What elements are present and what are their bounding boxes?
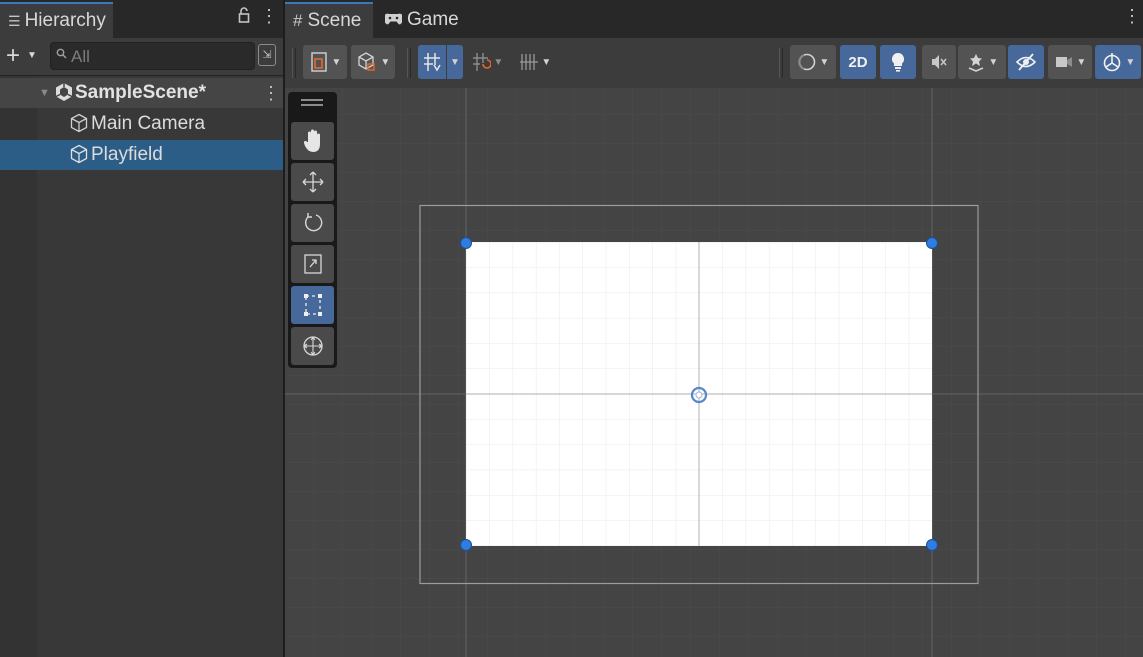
dropdown-arrow-icon: ▼ — [538, 56, 552, 68]
scale-icon — [303, 254, 322, 274]
grid-toggle-icon — [472, 53, 491, 71]
hierarchy-panel: ☰ Hierarchy ⋮ + ▼ ⇲ ▼ SampleScene* ⋮ Mai… — [0, 0, 283, 657]
rect-handle-bottom-right[interactable] — [926, 539, 938, 551]
rect-handle-top-left[interactable] — [460, 237, 472, 249]
tab-scene[interactable]: # Scene — [285, 2, 373, 38]
add-icon[interactable]: + — [6, 42, 20, 70]
add-dropdown-icon[interactable]: ▼ — [27, 50, 37, 61]
hierarchy-tabbar: ☰ Hierarchy ⋮ — [0, 0, 283, 38]
rotate-tool-button[interactable] — [291, 204, 334, 242]
tab-game-label: Game — [407, 9, 459, 30]
search-input[interactable] — [69, 45, 253, 69]
tab-scene-label: Scene — [307, 10, 362, 31]
dropdown-arrow-icon: ▼ — [328, 56, 342, 68]
hand-icon — [303, 129, 320, 152]
overlay-grip[interactable] — [301, 99, 323, 106]
list-item-playfield[interactable]: Playfield — [0, 140, 283, 170]
filter-icon[interactable]: ⇲ — [258, 44, 276, 66]
list-item-main-camera[interactable]: Main Camera — [0, 109, 283, 139]
grid-visibility-dropdown[interactable]: ▼ — [465, 45, 509, 79]
search-icon — [56, 48, 67, 62]
eye-slash-icon — [1015, 53, 1037, 71]
tools-overlay — [288, 92, 337, 368]
hierarchy-menu-icon[interactable]: ⋮ — [260, 6, 278, 27]
tab-hierarchy[interactable]: ☰ Hierarchy — [0, 2, 113, 38]
grid-snap-icon — [424, 53, 441, 72]
dropdown-arrow-icon: ▼ — [490, 56, 504, 68]
rotate-icon — [304, 213, 322, 232]
scene-menu-icon[interactable]: ⋮ — [1123, 6, 1141, 27]
dropdown-arrow-icon: ▼ — [816, 56, 830, 68]
hand-tool-button[interactable] — [291, 122, 334, 160]
scene-tabbar: # Scene Game ⋮ — [285, 0, 1143, 38]
transform-tool-button[interactable] — [291, 327, 334, 365]
hierarchy-search[interactable] — [50, 42, 255, 70]
list-item-label: Playfield — [91, 144, 163, 165]
toolbar-separator — [407, 48, 411, 78]
orbit-icon — [797, 53, 815, 71]
audio-toggle-button[interactable] — [922, 45, 956, 79]
hidden-objects-toggle[interactable] — [1008, 45, 1044, 79]
tab-game[interactable]: Game — [377, 2, 459, 38]
gizmos-dropdown[interactable]: ▼ — [1095, 45, 1141, 79]
expand-arrow-icon[interactable]: ▼ — [39, 87, 50, 99]
scene-camera-dropdown[interactable]: ▼ — [1048, 45, 1092, 79]
scene-toolbar: ▼ ▼ ▼ ▼ ▼ ▼ 2D ▼ ▼ ▼ — [285, 38, 1143, 88]
camera-orbit-dropdown[interactable]: ▼ — [790, 45, 836, 79]
effects-dropdown[interactable]: ▼ — [958, 45, 1006, 79]
move-arrows-icon — [302, 171, 323, 193]
toggle-2d-button[interactable]: 2D — [840, 45, 876, 79]
unity-scene-icon — [55, 82, 73, 108]
hash-icon: # — [293, 11, 303, 30]
draw-mode-icon — [310, 52, 327, 72]
camera-icon — [1055, 57, 1072, 67]
gamepad-icon — [383, 10, 404, 30]
scene-row[interactable]: ▼ SampleScene* ⋮ — [0, 78, 283, 108]
gizmos-icon — [1103, 53, 1120, 72]
effects-icon — [968, 54, 983, 72]
increment-snap-icon — [519, 54, 538, 70]
tab-hierarchy-label: Hierarchy — [24, 10, 106, 31]
rect-transform-icon — [303, 294, 322, 316]
toolbar-separator — [779, 48, 783, 78]
lighting-toggle-button[interactable] — [880, 45, 916, 79]
transform-icon — [302, 336, 323, 356]
scene-menu-icon[interactable]: ⋮ — [262, 83, 280, 104]
grid-snap-dropdown[interactable]: ▼ — [447, 45, 463, 79]
scale-tool-button[interactable] — [291, 245, 334, 283]
cube-icon — [70, 144, 88, 170]
rect-handle-bottom-left[interactable] — [460, 539, 472, 551]
cube-icon — [358, 52, 375, 71]
list-icon: ☰ — [8, 12, 21, 29]
render-mode-dropdown[interactable]: ▼ — [351, 45, 395, 79]
mute-icon — [932, 55, 947, 69]
grid-snap-button[interactable] — [418, 45, 446, 79]
scene-viewport[interactable] — [285, 88, 1143, 657]
scene-name: SampleScene* — [75, 82, 206, 103]
rect-handle-top-right[interactable] — [926, 237, 938, 249]
lock-icon[interactable] — [238, 7, 250, 28]
lightbulb-icon — [891, 52, 905, 72]
scene-panel: # Scene Game ⋮ ▼ ▼ ▼ ▼ ▼ ▼ 2D ▼ ▼ ▼ — [285, 0, 1143, 657]
increment-snap-dropdown[interactable]: ▼ — [513, 45, 557, 79]
dropdown-arrow-icon: ▼ — [377, 56, 391, 68]
dropdown-arrow-icon: ▼ — [985, 56, 999, 68]
scene-canvas[interactable] — [285, 88, 1143, 657]
draw-mode-dropdown[interactable]: ▼ — [303, 45, 347, 79]
dropdown-arrow-icon: ▼ — [1122, 56, 1136, 68]
list-item-label: Main Camera — [91, 113, 206, 134]
rect-tool-button[interactable] — [291, 286, 334, 324]
toolbar-grip — [292, 48, 296, 78]
dropdown-arrow-icon: ▼ — [450, 56, 460, 68]
cube-icon — [70, 113, 88, 139]
hierarchy-toolbar: + ▼ ⇲ — [0, 38, 283, 76]
dropdown-arrow-icon: ▼ — [1073, 56, 1087, 68]
move-tool-button[interactable] — [291, 163, 334, 201]
